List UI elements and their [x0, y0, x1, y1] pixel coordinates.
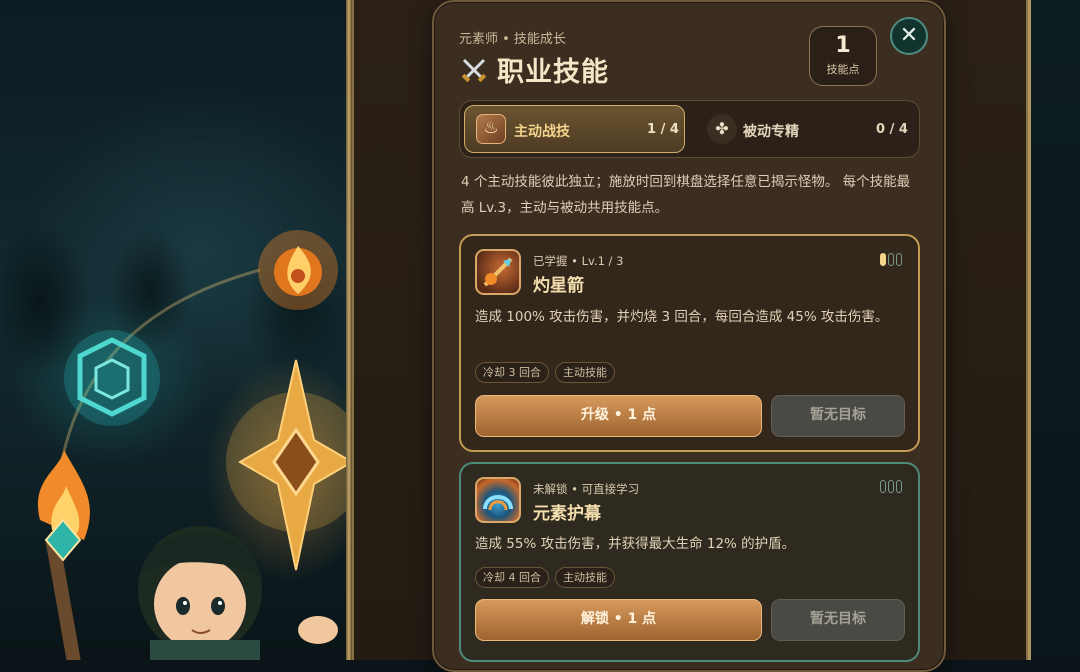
tab-active-skills-count: 1 / 4 — [647, 122, 679, 137]
tab-passive-skills-label: 被动专精 — [743, 124, 799, 140]
skill-points-value: 1 — [835, 33, 851, 58]
background-art — [0, 0, 352, 660]
level-pip — [896, 253, 902, 266]
skill-status: 未解锁 • 可直接学习 — [533, 482, 640, 496]
hero-character — [138, 526, 338, 660]
upgrade-button[interactable]: 升级 • 1 点 — [475, 395, 762, 437]
level-pip — [880, 480, 886, 493]
right-backdrop — [1028, 0, 1080, 660]
skill-level-pips — [880, 480, 902, 493]
skill-tag-cooldown: 冷却 3 回合 — [475, 362, 549, 383]
torch-icon: ♨ — [476, 114, 506, 144]
fire-orb-icon — [258, 230, 338, 310]
skill-level-pips — [880, 253, 902, 266]
tab-passive-skills-count: 0 / 4 — [876, 122, 908, 137]
crossed-swords-icon — [461, 58, 487, 82]
page-title: 职业技能 — [497, 57, 609, 88]
unlock-button[interactable]: 解锁 • 1 点 — [475, 599, 762, 641]
skill-status: 已学握 • Lv.1 / 3 — [533, 254, 624, 268]
skill-points-label: 技能点 — [826, 63, 860, 76]
no-target-button: 暂无目标 — [771, 395, 905, 437]
skill-name: 灼星箭 — [533, 276, 584, 296]
panel-subtitle: 元素师 • 技能成长 — [459, 32, 566, 47]
title-row: 职业技能 — [459, 50, 609, 89]
skill-name: 元素护幕 — [533, 504, 601, 524]
clover-icon: ✤ — [707, 114, 737, 144]
staff-torch-icon — [37, 450, 90, 660]
level-pip — [880, 253, 886, 266]
water-orb-icon — [64, 330, 160, 426]
tab-active-skills-label: 主动战技 — [514, 124, 570, 140]
level-pip — [896, 480, 902, 493]
magic-illustration — [37, 230, 352, 660]
skills-description: 4 个主动技能彼此独立；施放时回到棋盘选择任意已揭示怪物。 每个技能最高 Lv.… — [461, 174, 911, 216]
skill-points-counter: 1 技能点 — [809, 26, 877, 86]
skill-description: 造成 100% 攻击伤害，并灼烧 3 回合，每回合造成 45% 攻击伤害。 — [475, 309, 889, 325]
no-target-button: 暂无目标 — [771, 599, 905, 641]
golden-star-icon — [226, 359, 352, 571]
skill-description: 造成 55% 攻击伤害，并获得最大生命 12% 的护盾。 — [475, 536, 796, 552]
flame-arrow-icon — [475, 249, 521, 295]
element-shield-icon — [475, 477, 521, 523]
close-button[interactable]: ✕ — [890, 17, 928, 55]
skill-tag-cooldown: 冷却 4 回合 — [475, 567, 549, 588]
level-pip — [888, 253, 894, 266]
level-pip — [888, 480, 894, 493]
skill-tag-type: 主动技能 — [555, 362, 615, 383]
skill-tag-type: 主动技能 — [555, 567, 615, 588]
